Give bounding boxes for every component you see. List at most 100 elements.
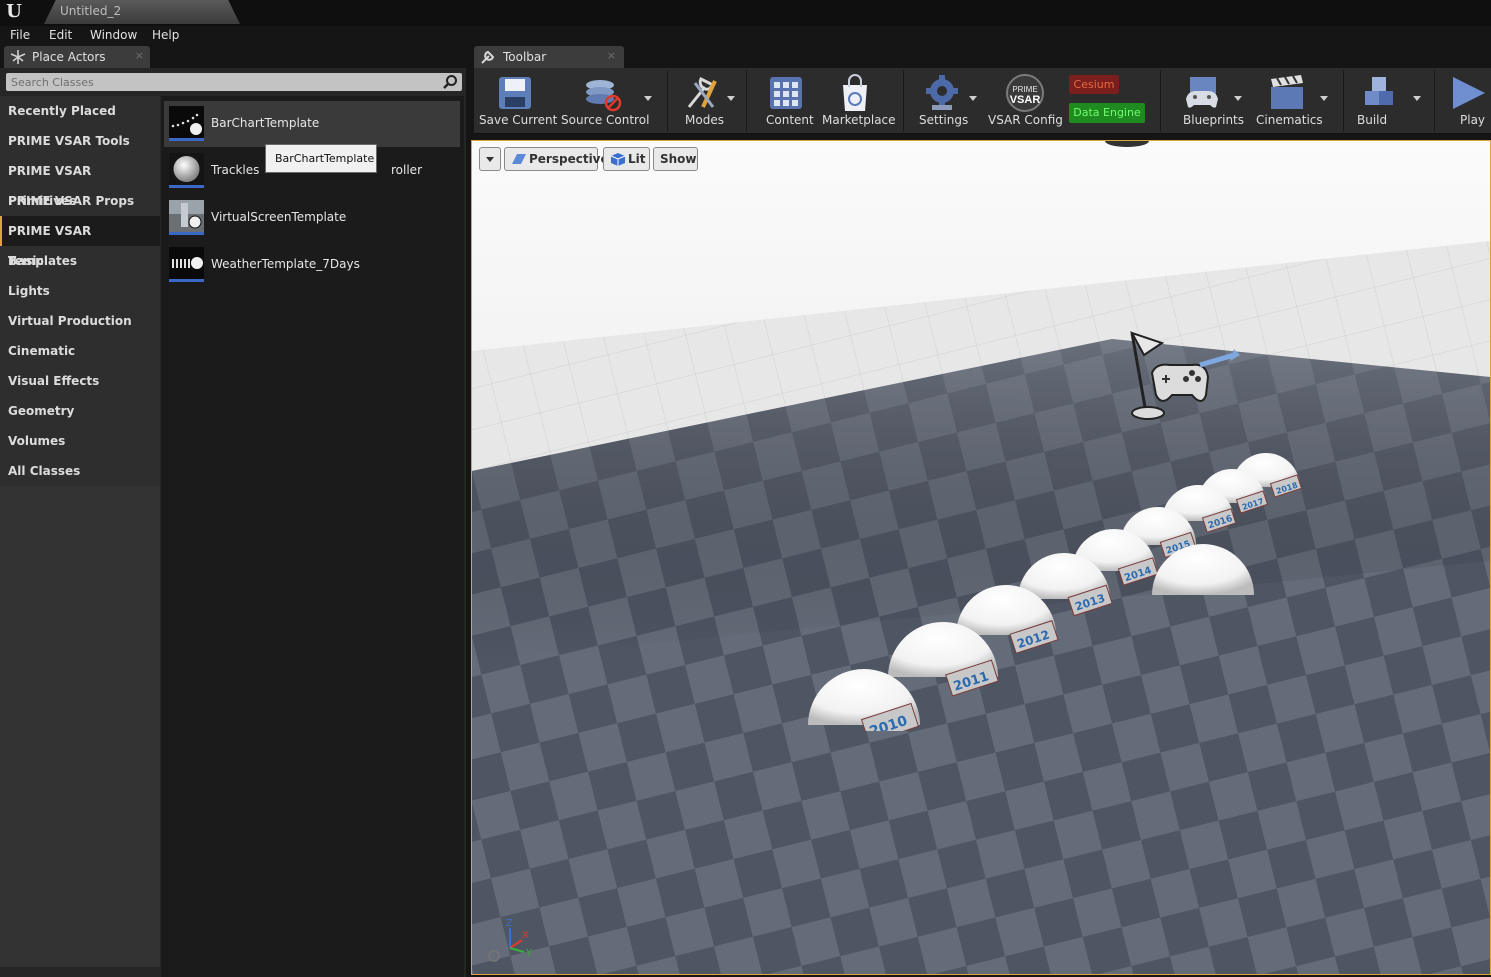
player-start-icon[interactable] xyxy=(1122,325,1242,425)
perspective-button[interactable]: Perspective xyxy=(504,147,609,171)
sphere-thumb xyxy=(169,153,204,188)
tooltip: BarChartTemplate xyxy=(265,144,377,173)
sphere-actor[interactable] xyxy=(1150,541,1256,597)
content-label: Content xyxy=(766,113,814,127)
toolbar-separator xyxy=(667,70,668,132)
data-engine-button[interactable]: Data Engine xyxy=(1069,103,1145,123)
search-input[interactable] xyxy=(6,73,436,91)
actor-item-label-tail: roller xyxy=(391,163,422,177)
show-label: Show xyxy=(660,152,697,166)
menu-window[interactable]: Window xyxy=(90,28,137,42)
cinematics-label: Cinematics xyxy=(1256,113,1323,127)
chevron-down-icon xyxy=(486,157,494,162)
chevron-down-icon[interactable] xyxy=(1234,96,1242,101)
content-icon xyxy=(770,77,802,109)
category-prime-vsar-props[interactable]: PRIME VSAR Props xyxy=(0,186,160,216)
axis-y-label: Y xyxy=(525,948,533,959)
category-prime-vsar-primitives[interactable]: PRIME VSAR Primitives xyxy=(0,156,160,208)
category-lights[interactable]: Lights xyxy=(0,276,160,306)
cesium-button[interactable]: Cesium xyxy=(1069,75,1119,94)
source-control-button[interactable]: Source Control xyxy=(556,68,656,134)
toolbar-separator xyxy=(1160,70,1161,132)
category-list: Recently Placed PRIME VSAR Tools PRIME V… xyxy=(0,96,160,977)
chevron-down-icon[interactable] xyxy=(1320,96,1328,101)
axis-x-label: X xyxy=(522,930,529,941)
actor-item-weather[interactable]: WeatherTemplate_7Days xyxy=(164,242,460,288)
svg-text:?: ? xyxy=(492,953,496,961)
chevron-down-icon[interactable] xyxy=(1413,96,1421,101)
actor-item-label: BarChartTemplate xyxy=(211,116,320,130)
build-button[interactable]: Build xyxy=(1351,68,1423,134)
blueprints-button[interactable]: Blueprints xyxy=(1168,68,1248,134)
document-tab-label: Untitled_2 xyxy=(60,4,122,18)
search-icon[interactable] xyxy=(442,74,458,90)
blueprints-icon xyxy=(1186,77,1218,108)
category-cinematic[interactable]: Cinematic xyxy=(0,336,160,366)
marketplace-button[interactable]: Marketplace xyxy=(819,68,896,134)
toolbar-tab[interactable]: Toolbar × xyxy=(474,46,624,68)
weather-thumb xyxy=(169,247,204,282)
category-recently-placed[interactable]: Recently Placed xyxy=(0,96,160,126)
close-icon[interactable]: × xyxy=(607,49,616,62)
unreal-logo-icon[interactable]: U xyxy=(4,2,24,22)
gear-icon xyxy=(926,75,958,110)
menu-edit[interactable]: Edit xyxy=(49,28,72,42)
category-visual-effects[interactable]: Visual Effects xyxy=(0,366,160,396)
bar-chart-thumb xyxy=(169,106,204,141)
chevron-down-icon[interactable] xyxy=(644,96,652,101)
source-control-icon xyxy=(586,80,622,112)
chevron-down-icon[interactable] xyxy=(969,96,977,101)
lit-button[interactable]: Lit xyxy=(603,147,650,171)
actor-item-virtualscreen[interactable]: VirtualScreenTemplate xyxy=(164,195,460,241)
category-basic[interactable]: Basic xyxy=(0,246,160,276)
category-geometry[interactable]: Geometry xyxy=(0,396,160,426)
clapperboard-icon xyxy=(1271,75,1303,109)
play-button[interactable]: Play xyxy=(1442,68,1491,134)
wrench-icon xyxy=(481,50,495,64)
content-button[interactable]: Content xyxy=(754,68,814,134)
actor-item-barchart[interactable]: BarChartTemplate xyxy=(164,101,460,147)
show-button[interactable]: Show xyxy=(653,147,698,171)
menu-file[interactable]: File xyxy=(10,28,30,42)
level-viewport[interactable]: 2018 2017 2016 2015 2014 2013 2012 2011 … xyxy=(471,140,1491,975)
category-virtual-production[interactable]: Virtual Production xyxy=(0,306,160,336)
axis-z-label: Z xyxy=(506,918,513,929)
actor-item-label: WeatherTemplate_7Days xyxy=(211,257,360,271)
play-icon xyxy=(1453,77,1485,109)
viewport-options-button[interactable] xyxy=(479,147,501,171)
category-prime-vsar-templates[interactable]: PRIME VSAR Templates xyxy=(0,216,160,268)
menu-bar: File Edit Window Help xyxy=(0,26,1491,45)
close-icon[interactable]: × xyxy=(135,49,144,62)
actor-list: BarChartTemplate Trackles roller Virtual… xyxy=(161,96,464,977)
settings-label: Settings xyxy=(919,113,969,127)
perspective-icon xyxy=(512,154,526,164)
modes-label: Modes xyxy=(685,113,724,127)
category-all-classes[interactable]: All Classes xyxy=(0,456,160,486)
place-actors-tab-label: Place Actors xyxy=(32,50,106,64)
toolbar-separator xyxy=(1343,70,1344,132)
chevron-down-icon[interactable] xyxy=(727,96,735,101)
vsar-config-label: VSAR Config xyxy=(988,113,1063,127)
source-control-label: Source Control xyxy=(561,113,650,127)
category-list-background xyxy=(0,486,160,967)
menu-help[interactable]: Help xyxy=(152,28,179,42)
lit-cube-icon xyxy=(610,153,626,166)
toolbar-separator xyxy=(903,70,904,132)
axis-gizmo-icon: Z X Y ? xyxy=(488,918,533,962)
category-prime-vsar-tools[interactable]: PRIME VSAR Tools xyxy=(0,126,160,156)
save-current-button[interactable]: Save Current xyxy=(474,68,558,134)
save-current-label: Save Current xyxy=(479,113,558,127)
toolbar-separator xyxy=(746,70,747,132)
vsar-logo-bottom: VSAR xyxy=(1010,94,1041,106)
cinematics-button[interactable]: Cinematics xyxy=(1250,68,1332,134)
document-tab[interactable]: Untitled_2 xyxy=(44,0,240,24)
category-volumes[interactable]: Volumes xyxy=(0,426,160,456)
toolbar-separator xyxy=(1434,70,1435,132)
modes-icon xyxy=(687,76,717,108)
settings-button[interactable]: Settings xyxy=(911,68,981,134)
place-actors-tab[interactable]: Place Actors × xyxy=(4,46,150,68)
actor-item-label: Trackles xyxy=(211,163,260,177)
vsar-config-button[interactable]: PRIME VSAR VSAR Config xyxy=(984,68,1064,134)
modes-button[interactable]: Modes xyxy=(674,68,739,134)
dome-2010: 2010 xyxy=(808,669,920,731)
